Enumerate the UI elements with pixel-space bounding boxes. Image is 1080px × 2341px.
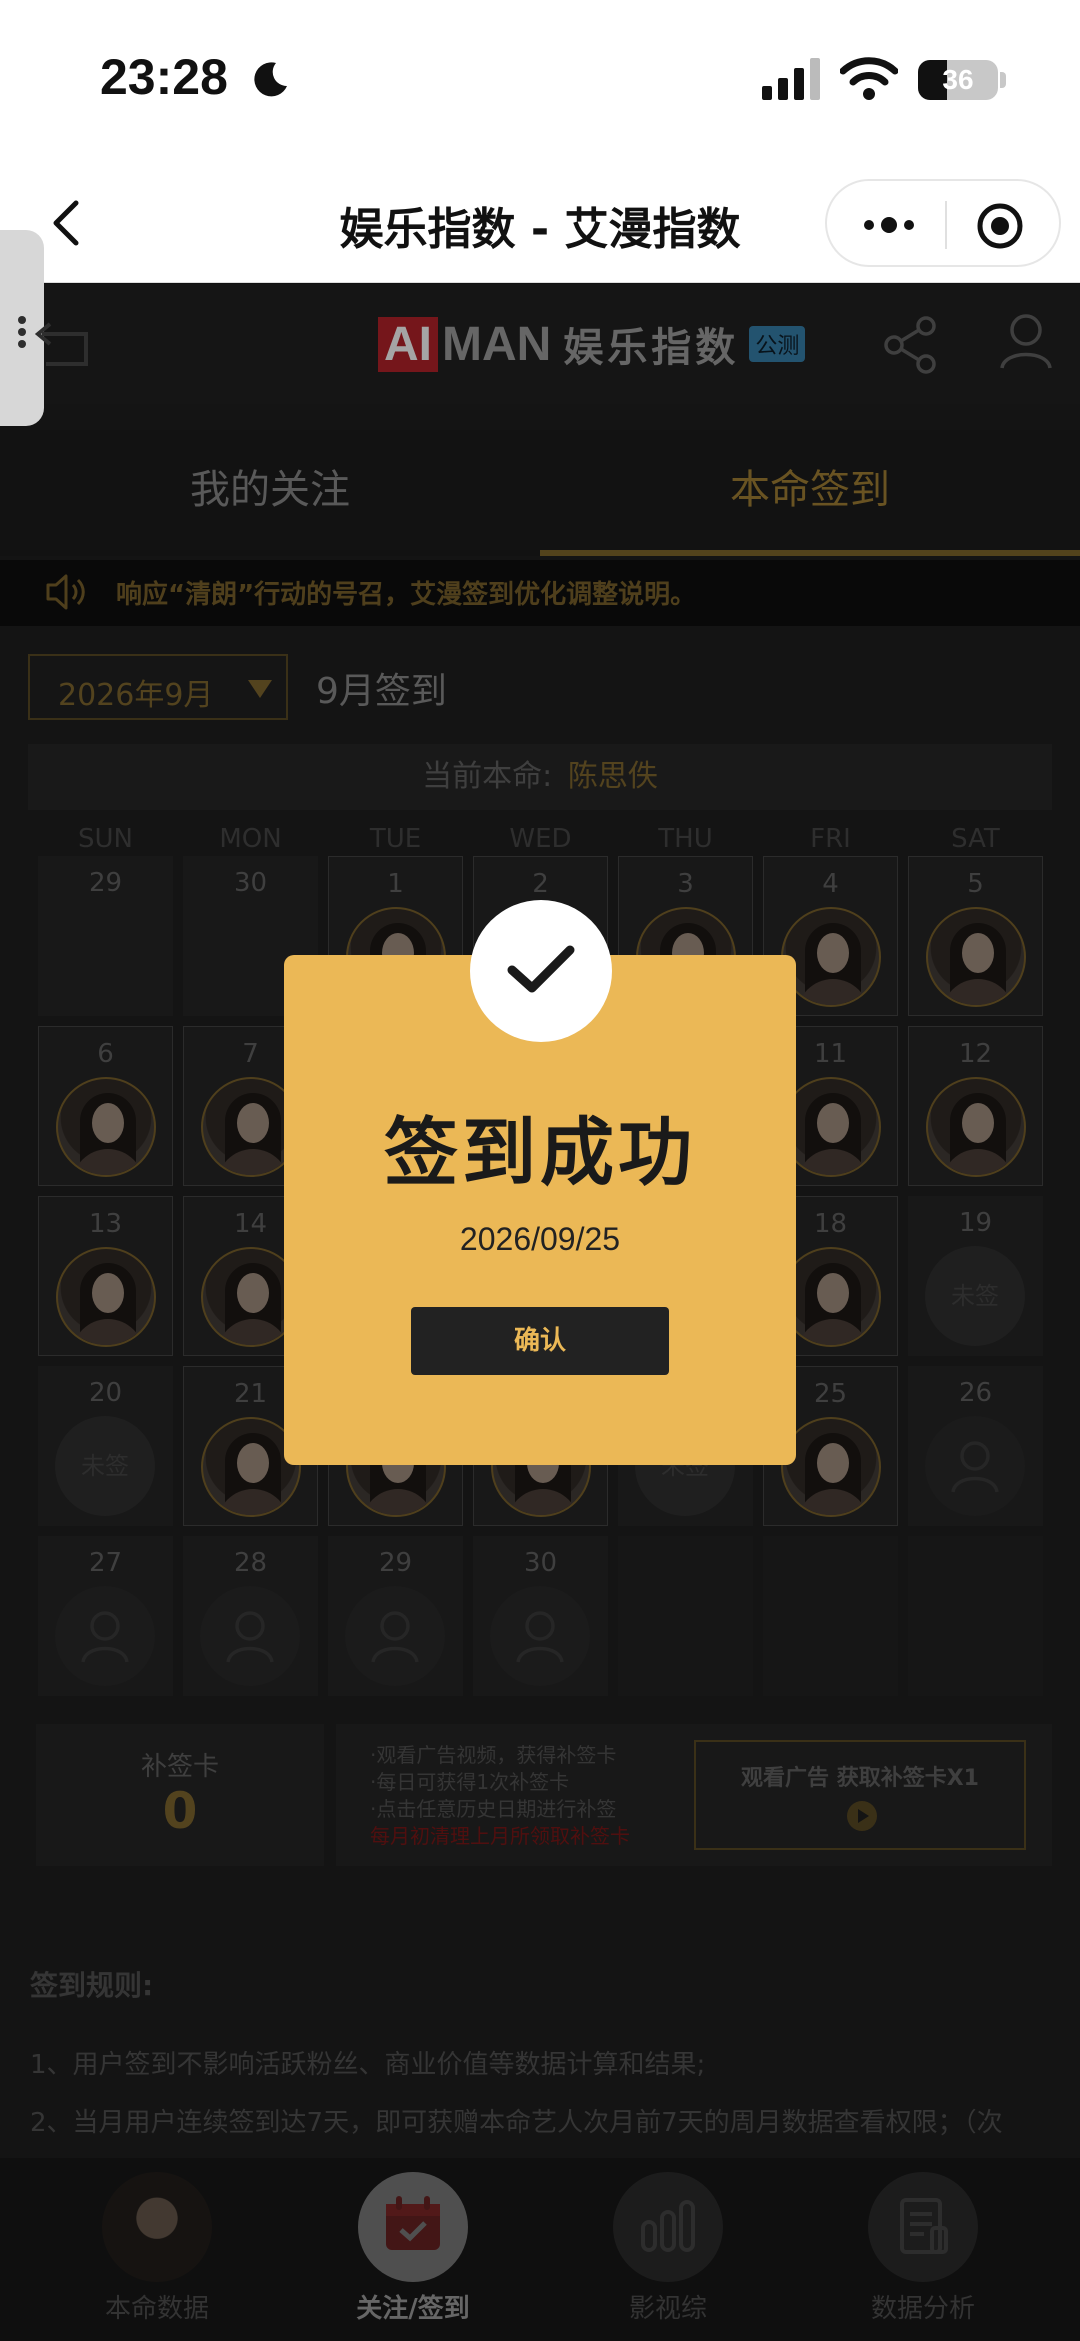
battery-text: 36	[942, 64, 974, 95]
dialog-title: 签到成功	[384, 1110, 696, 1196]
capsule-menu	[825, 179, 1061, 267]
title-bar: 娱乐指数 - 艾漫指数	[0, 165, 1080, 283]
more-icon[interactable]	[859, 205, 919, 245]
signal-icon	[762, 58, 820, 100]
battery-tip	[1000, 72, 1006, 88]
battery-icon: 36	[918, 60, 998, 100]
return-icon[interactable]	[16, 310, 90, 374]
status-time: 23:28	[100, 49, 228, 105]
close-miniprogram-icon[interactable]	[975, 201, 1025, 251]
wifi-icon	[840, 57, 898, 100]
dialog-date: 2026/09/25	[459, 1221, 621, 1257]
success-badge	[470, 900, 612, 1042]
capsule-divider	[945, 201, 947, 249]
checkmark-icon	[507, 945, 575, 993]
moon-icon	[254, 62, 287, 97]
status-bar: 23:28 36	[0, 0, 1080, 165]
confirm-button[interactable]: 确认	[411, 1307, 669, 1375]
